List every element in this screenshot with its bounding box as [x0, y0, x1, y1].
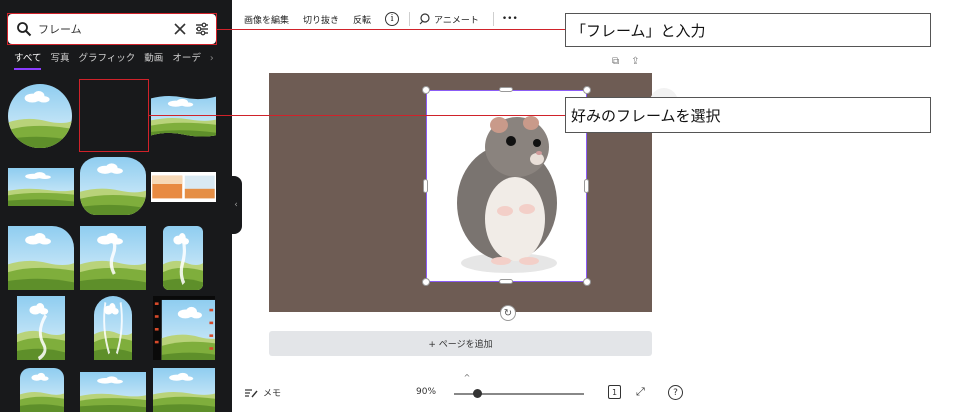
help-icon[interactable]: ?: [668, 385, 683, 400]
resize-handle-top[interactable]: [499, 87, 513, 92]
add-page-button[interactable]: + ページを追加: [269, 331, 652, 356]
frame-thumbnail-partial-3[interactable]: [153, 368, 215, 412]
search-highlight-box: [7, 13, 217, 45]
elements-panel: すべて 写真 グラフィック 動画 オーデ ›: [0, 0, 232, 412]
panel-collapse-handle[interactable]: ‹: [230, 176, 242, 234]
resize-handle-bottom[interactable]: [499, 279, 513, 284]
resize-handle-bottom-right[interactable]: [583, 278, 591, 286]
callout-leader-2: [149, 115, 565, 116]
frame-thumbnail-phone[interactable]: [163, 226, 203, 290]
flip-button[interactable]: 反転: [353, 13, 371, 26]
context-toolbar: 画像を編集 切り抜き 反転 i アニメート •••: [244, 8, 518, 30]
toolbar-divider: [409, 12, 411, 26]
more-options-button[interactable]: •••: [502, 14, 518, 24]
frame-thumbnail-partial-2[interactable]: [80, 372, 146, 412]
selection-box: [426, 90, 587, 282]
callout-type-frame: 「フレーム」と入力: [565, 13, 931, 47]
share-page-icon[interactable]: ⇪: [631, 56, 639, 67]
rotate-icon[interactable]: ↻: [500, 305, 516, 321]
crop-button[interactable]: 切り抜き: [303, 13, 339, 26]
fullscreen-icon[interactable]: ⤢: [636, 385, 645, 399]
frame-thumbnail-circle[interactable]: [8, 84, 72, 148]
duplicate-page-icon[interactable]: ⧉: [612, 56, 619, 67]
callout-leader-1: [217, 29, 565, 30]
frame-thumbnail-partial-1[interactable]: [20, 368, 64, 412]
category-tabs: すべて 写真 グラフィック 動画 オーデ ›: [14, 52, 228, 72]
frame-highlight-box: [79, 79, 149, 152]
toolbar-divider: [492, 12, 494, 26]
resize-handle-bottom-left[interactable]: [422, 278, 430, 286]
bottom-bar: メモ 90% 1 ⤢ ?: [244, 382, 694, 406]
notes-button[interactable]: メモ: [244, 386, 281, 399]
frame-thumbnail-arch[interactable]: [94, 296, 132, 360]
frame-thumbnail-tall-1[interactable]: [17, 296, 65, 360]
frame-thumbnail-blob[interactable]: [80, 157, 146, 215]
tab-photos[interactable]: 写真: [50, 52, 69, 70]
resize-handle-left[interactable]: [423, 179, 428, 193]
frame-thumbnail-rect-wide[interactable]: [8, 168, 74, 206]
frame-thumbnail-wave[interactable]: [151, 94, 216, 138]
tab-all[interactable]: すべて: [14, 52, 42, 70]
animate-button[interactable]: アニメート: [418, 13, 479, 26]
tab-graphics[interactable]: グラフィック: [78, 52, 135, 70]
frame-thumbnail-filmstrip[interactable]: [151, 172, 216, 202]
tab-audio[interactable]: オーデ: [172, 52, 201, 70]
zoom-slider-handle[interactable]: [473, 389, 483, 398]
animate-icon: [419, 13, 430, 25]
resize-handle-top-right[interactable]: [583, 86, 591, 94]
resize-handle-top-left[interactable]: [422, 86, 430, 94]
edit-image-button[interactable]: 画像を編集: [244, 13, 289, 26]
page-actions: ⧉ ⇪: [612, 56, 640, 67]
placed-scalloped-frame[interactable]: [291, 130, 415, 254]
tab-videos[interactable]: 動画: [144, 52, 163, 70]
frame-thumbnail-lightbulb[interactable]: [80, 226, 146, 290]
animate-label: アニメート: [434, 15, 479, 26]
notes-label: メモ: [263, 389, 282, 399]
frame-thumbnail-film-vertical[interactable]: [153, 296, 215, 360]
zoom-level[interactable]: 90%: [416, 387, 436, 397]
notes-icon: [245, 388, 258, 397]
frame-thumbnail-rounded-corner[interactable]: [8, 226, 74, 290]
resize-handle-right[interactable]: [584, 179, 589, 193]
info-icon[interactable]: i: [385, 12, 400, 26]
tabs-next-icon[interactable]: ›: [210, 52, 214, 70]
callout-select-frame: 好みのフレームを選択: [565, 97, 931, 133]
page-count-icon[interactable]: 1: [608, 385, 621, 399]
